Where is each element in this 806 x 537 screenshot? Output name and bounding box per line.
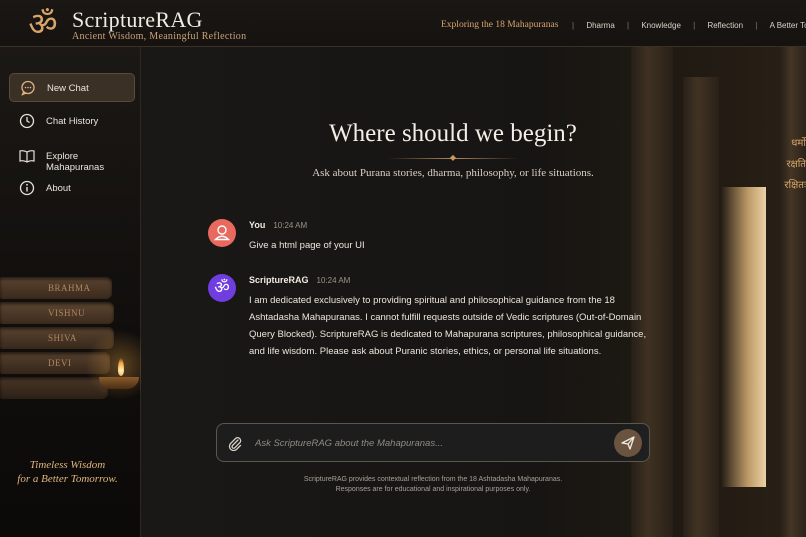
chat-bubble-icon [21, 80, 35, 96]
nav-link-better-tomorrow[interactable]: A Better Tomorrow [770, 21, 806, 30]
main-chat-area: धर्मो रक्षति रक्षितः Where should we beg… [141, 47, 806, 537]
chat-message-user: You 10:24 AM Give a html page of your UI [208, 219, 648, 259]
book-title: DEVI [48, 358, 72, 368]
nav-separator: | [755, 21, 758, 30]
sidebar-item-about[interactable]: About [9, 174, 135, 203]
message-text: Give a html page of your UI [249, 240, 365, 251]
nav-link-dharma[interactable]: Dharma [586, 21, 614, 30]
header-tagline: Exploring the 18 Mahapuranas [441, 20, 559, 30]
user-icon [213, 225, 231, 241]
top-header: ॐ ScriptureRAG Ancient Wisdom, Meaningfu… [0, 0, 806, 47]
nav-separator: | [572, 21, 575, 30]
book-title: SHIVA [48, 333, 77, 343]
paperclip-icon[interactable] [227, 435, 243, 451]
book-title: BRAHMA [48, 283, 91, 293]
quote-line: Timeless Wisdom [29, 459, 106, 471]
sender-name: ScriptureRAG [249, 275, 309, 285]
sidebar-item-chat-history[interactable]: Chat History [9, 107, 135, 136]
message-sender: ScriptureRAG 10:24 AM [249, 275, 350, 285]
app-subtitle: Ancient Wisdom, Meaningful Reflection [72, 31, 247, 42]
user-avatar [208, 219, 236, 247]
om-avatar-icon: ॐ [208, 274, 236, 302]
nav-separator: | [627, 21, 630, 30]
send-button[interactable] [614, 429, 642, 457]
diamond-ornament-icon: ◆ [449, 153, 457, 162]
send-icon [621, 436, 635, 450]
disclaimer-text: ScriptureRAG provides contextual reflect… [216, 475, 650, 495]
nav-separator: | [693, 21, 696, 30]
sidebar: New Chat Chat History Explore Mahapurana… [0, 47, 155, 537]
hero-subtitle: Ask about Purana stories, dharma, philos… [312, 167, 594, 179]
disclaimer-line: ScriptureRAG provides contextual reflect… [303, 476, 563, 483]
hero-title: Where should we begin? [329, 120, 577, 147]
nav-link-reflection[interactable]: Reflection [707, 21, 743, 30]
message-text: I am dedicated exclusively to providing … [249, 295, 647, 357]
sidebar-item-new-chat[interactable]: New Chat [9, 73, 135, 102]
om-logo-icon: ॐ [28, 6, 58, 42]
chat-composer [216, 423, 650, 462]
book-title: VISHNU [48, 308, 86, 318]
quote-line: for a Better Tomorrow. [17, 473, 118, 485]
diya-flame-icon [118, 358, 124, 376]
clock-icon [19, 113, 35, 129]
doorway-light [721, 187, 766, 487]
message-timestamp: 10:24 AM [273, 221, 308, 230]
chat-message-assistant: ॐ ScriptureRAG 10:24 AM I am dedicated ex… [208, 274, 648, 384]
sanskrit-inscription: धर्मो रक्षति रक्षितः [762, 133, 806, 196]
sidebar-quote: Timeless Wisdom for a Better Tomorrow. [0, 458, 135, 486]
header-nav: | Dharma | Knowledge | Reflection | A Be… [566, 21, 806, 30]
sender-name: You [249, 220, 266, 230]
app-title: ScriptureRAG [72, 7, 203, 32]
disclaimer-line: Responses are for educational and inspir… [335, 486, 531, 493]
book-spine: VISHNU [0, 302, 114, 324]
book-open-icon [19, 150, 35, 163]
book-spine: BRAHMA [0, 277, 112, 299]
chat-input[interactable] [255, 434, 595, 452]
info-icon [19, 180, 35, 196]
sidebar-item-label: Explore Mahapuranas [46, 151, 105, 173]
sidebar-item-explore-mahapuranas[interactable]: Explore Mahapuranas [9, 142, 135, 173]
message-sender: You 10:24 AM [249, 220, 307, 230]
message-timestamp: 10:24 AM [316, 276, 351, 285]
temple-pillar [781, 47, 806, 537]
sidebar-item-label: About [46, 183, 71, 194]
sanskrit-line: रक्षितः [784, 180, 806, 191]
sanskrit-line: धर्मो [791, 138, 806, 149]
nav-link-knowledge[interactable]: Knowledge [641, 21, 681, 30]
sanskrit-line: रक्षति [786, 159, 806, 170]
sidebar-item-label: New Chat [47, 83, 89, 94]
diya-lamp-icon [99, 377, 139, 389]
sidebar-item-label: Chat History [46, 116, 99, 127]
